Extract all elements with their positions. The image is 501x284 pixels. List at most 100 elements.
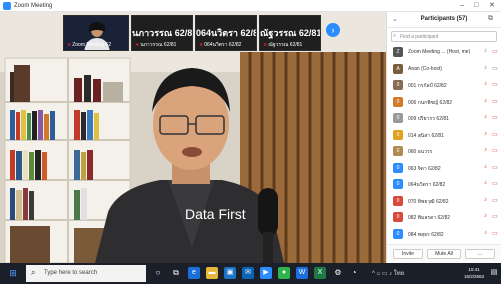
- participant-row[interactable]: Z Zoom Meeting ... (Host, me) ♪ ▭: [387, 44, 501, 61]
- camera-off-icon: ▭: [492, 214, 498, 220]
- excel-icon[interactable]: X: [314, 267, 326, 279]
- search-icon: ⌕: [393, 33, 397, 39]
- participant-row[interactable]: 0 084 พสุธร 62/82 ♪ ▭: [387, 226, 501, 243]
- participant-name: 070 ทิพยวุฒิ 62/82: [408, 198, 449, 205]
- notifications-icon[interactable]: ▤: [489, 267, 499, 279]
- participants-panel: ⌄ Participants (57) ⧉ ⌕ Find a participa…: [386, 12, 501, 263]
- shirt-text: Data First: [185, 206, 246, 222]
- participant-row[interactable]: 0 006 กนกพิชญ์ 62/82 ♪ ▭: [387, 94, 501, 111]
- participant-row[interactable]: 0 064นวิตรา 62/82 ♪ ▭: [387, 176, 501, 193]
- avatar: 0: [393, 113, 403, 123]
- close-button[interactable]: ✕: [489, 1, 495, 11]
- muted-mic-icon: ⨯: [263, 42, 268, 48]
- participant-row[interactable]: 0 014 สุนิสา 62/81 ♪ ▭: [387, 127, 501, 144]
- camera-off-icon: ▭: [492, 181, 498, 187]
- line-app-icon[interactable]: ●: [278, 267, 290, 279]
- participant-name: 006 กนกพิชญ์ 62/82: [408, 99, 453, 106]
- camera-off-icon: ▭: [492, 148, 498, 154]
- people-icon[interactable]: ◔: [348, 267, 360, 279]
- participant-name: Zoom Meeting ... (Host, me): [408, 49, 471, 55]
- filmstrip-tile-4[interactable]: ณัฐวรรณ 62/81 ⨯ณัฐวรรณ 62/81: [259, 15, 321, 51]
- avatar: 0: [393, 212, 403, 222]
- mic-icon[interactable]: ♪: [484, 48, 487, 54]
- windows-start-icon[interactable]: ⊞: [7, 267, 19, 279]
- camera-off-icon: ▭: [492, 230, 498, 237]
- participant-list: Z Zoom Meeting ... (Host, me) ♪ ▭ A Anan…: [387, 44, 501, 243]
- zoom-taskbar-icon[interactable]: ▶: [260, 267, 272, 279]
- filmstrip-name: นภาวรรณ 62/81: [140, 42, 177, 48]
- muted-mic-icon: ♪: [484, 229, 487, 236]
- participant-name: 001 กรกัลป์ 62/82: [408, 83, 447, 89]
- invite-button[interactable]: Invite: [393, 249, 423, 259]
- muted-mic-icon: ⨯: [67, 42, 72, 48]
- participant-search-input[interactable]: ⌕ Find a participant: [391, 31, 497, 42]
- camera-off-icon: ▭: [492, 49, 498, 55]
- filmstrip-name: ณัฐวรรณ 62/81: [268, 42, 303, 48]
- camera-off-icon: ▭: [492, 131, 498, 138]
- participant-row[interactable]: 0 063 จิดา 62/82 ♪ ▭: [387, 160, 501, 177]
- window-title: Zoom Meeting: [14, 3, 53, 9]
- file-explorer-icon[interactable]: ▬: [206, 267, 218, 279]
- filmstrip-tile-self[interactable]: ⨯Zoom Meeting 62: [63, 15, 129, 51]
- participant-row[interactable]: 0 001 กรกัลป์ 62/82 ♪ ▭: [387, 77, 501, 94]
- camera-off-icon: ▭: [492, 115, 498, 121]
- minimize-button[interactable]: –: [460, 1, 464, 11]
- muted-mic-icon: ♪: [484, 114, 487, 120]
- participant-name: 014 สุนิสา 62/81: [408, 132, 444, 139]
- mic-icon: ♪: [484, 64, 487, 71]
- edge-browser-icon[interactable]: e: [188, 267, 200, 279]
- muted-mic-icon: ♪: [484, 81, 487, 87]
- filmstrip-name: Zoom Meeting 62: [72, 42, 112, 48]
- store-icon[interactable]: ▣: [224, 267, 236, 279]
- muted-mic-icon: ⨯: [135, 42, 140, 48]
- muted-mic-icon: ♪: [484, 213, 487, 219]
- participant-row[interactable]: 0 060 อนวรร ♪ ▭: [387, 143, 501, 160]
- filmstrip-big-name: 064นวิตรา 62/82: [196, 28, 257, 38]
- more-options-button[interactable]: ...: [465, 249, 495, 259]
- zoom-logo-icon: [3, 2, 11, 10]
- popout-icon[interactable]: ⧉: [488, 15, 493, 23]
- window-title-bar: Zoom Meeting – □ ✕: [0, 0, 501, 12]
- muted-mic-icon: ♪: [484, 180, 487, 186]
- muted-mic-icon: ⨯: [199, 42, 204, 48]
- avatar: 0: [393, 162, 403, 173]
- maximize-button[interactable]: □: [474, 1, 478, 11]
- avatar: 0: [393, 80, 403, 90]
- participants-title: Participants (57): [420, 16, 468, 22]
- active-speaker-video: [0, 12, 386, 263]
- taskbar-clock[interactable]: 10:41 15/2/2563: [461, 266, 487, 280]
- participant-row[interactable]: A Anan (Co-host) ♪ ▭: [387, 61, 501, 78]
- participant-row[interactable]: 0 009 ปริยากร 62/81 ♪ ▭: [387, 110, 501, 127]
- avatar: 0: [393, 228, 403, 239]
- filmstrip-big-name: ณัฐวรรณ 62/81: [260, 28, 321, 38]
- settings-gear-icon[interactable]: ⚙: [332, 267, 344, 279]
- mail-icon[interactable]: ✉: [242, 267, 254, 279]
- avatar: A: [393, 63, 403, 74]
- filmstrip-next-icon[interactable]: ›: [326, 23, 340, 37]
- filmstrip-tile-2[interactable]: นภาวรรณ 62/81 ⨯นภาวรรณ 62/81: [131, 15, 193, 51]
- task-view-icon[interactable]: ⧉: [170, 267, 182, 279]
- filmstrip-tile-3[interactable]: 064นวิตรา 62/82 ⨯064นวิตรา 62/82: [195, 15, 257, 51]
- filmstrip-big-name: นภาวรรณ 62/81: [132, 28, 193, 38]
- filmstrip-name: 064นวิตรา 62/82: [204, 42, 242, 48]
- system-tray[interactable]: ^ ⌂ ▭ ♪ ใทย: [372, 268, 404, 278]
- participant-name: 060 อนวรร: [408, 149, 433, 155]
- participant-row[interactable]: 0 082 พิมลรดา 62/82 ♪ ▭: [387, 209, 501, 226]
- participant-name: 064นวิตรา 62/82: [408, 182, 446, 188]
- participant-row[interactable]: 0 070 ทิพยวุฒิ 62/82 ♪ ▭: [387, 193, 501, 210]
- word-icon[interactable]: W: [296, 267, 308, 279]
- camera-off-icon: ▭: [492, 197, 498, 204]
- camera-off-icon: ▭: [492, 98, 498, 105]
- avatar: 0: [393, 179, 403, 189]
- participant-name: 063 จิดา 62/82: [408, 165, 441, 172]
- participant-name: 082 พิมลรดา 62/82: [408, 215, 451, 221]
- taskbar-search-box[interactable]: ⌕ Type here to search: [26, 265, 146, 282]
- muted-mic-icon: ♪: [484, 163, 487, 170]
- cortana-icon[interactable]: ○: [152, 267, 164, 279]
- participant-name: Anan (Co-host): [408, 65, 442, 72]
- camera-off-icon: ▭: [492, 82, 498, 88]
- mute-all-button[interactable]: Mute All: [427, 249, 461, 259]
- camera-icon: ▭: [492, 65, 498, 72]
- camera-off-icon: ▭: [492, 164, 498, 171]
- participant-name: 084 พสุธร 62/82: [408, 231, 444, 238]
